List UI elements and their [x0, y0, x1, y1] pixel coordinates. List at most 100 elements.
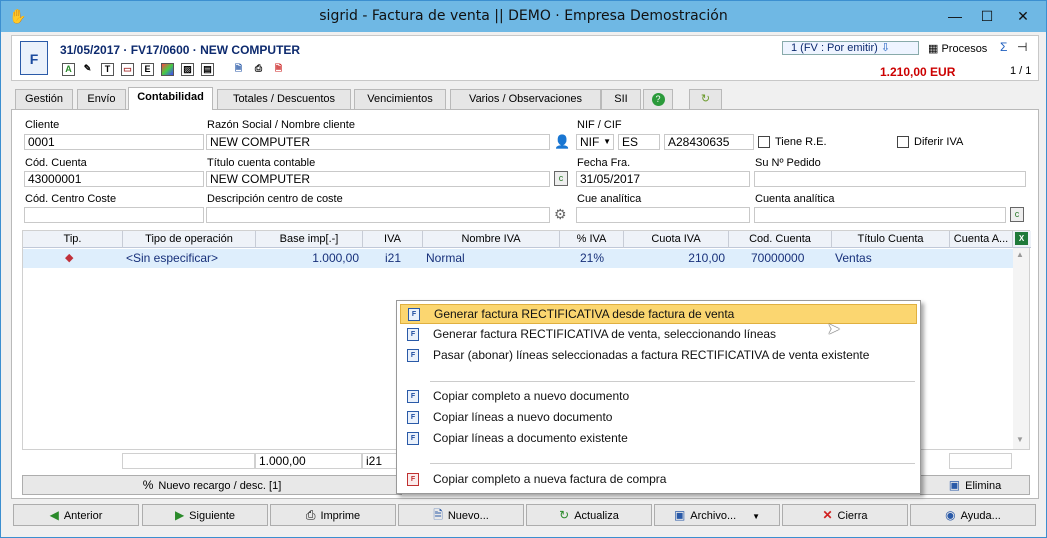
menu-item-label: Copiar completo a nueva factura de compr…: [433, 472, 667, 486]
table-row[interactable]: ◆ <Sin especificar> 1.000,00 i21 Normal …: [23, 249, 1013, 268]
vertical-scrollbar[interactable]: ▲ ▼: [1013, 248, 1029, 449]
nif-country-field[interactable]: ES: [618, 134, 660, 150]
discount-icon: %: [142, 478, 154, 492]
tab-sii[interactable]: SII: [601, 89, 641, 109]
main-window: ✋ sigrid - Factura de venta || DEMO · Em…: [0, 0, 1047, 538]
col-titulo-cuenta[interactable]: Título Cuenta: [832, 231, 950, 248]
col-base[interactable]: Base imp[.-]: [256, 231, 363, 248]
anterior-label: Anterior: [63, 510, 103, 522]
image-icon[interactable]: ▨: [181, 63, 194, 76]
col-iva[interactable]: IVA: [363, 231, 423, 248]
edit-pencil-icon[interactable]: ✎: [81, 63, 94, 76]
print-preview-icon[interactable]: ▤: [201, 63, 214, 76]
tiene-re-checkbox[interactable]: [758, 136, 770, 148]
printer-icon: ⎙: [305, 508, 316, 522]
cue-analitica-field[interactable]: [576, 207, 750, 223]
tab-varios[interactable]: Varios / Observaciones: [450, 89, 601, 109]
menu-item-label: Pasar (abonar) líneas seleccionadas a fa…: [433, 348, 870, 362]
person-icon[interactable]: 👤: [554, 134, 570, 150]
tab-gestion[interactable]: Gestión: [15, 89, 73, 109]
menu-item-copiar-completo[interactable]: F Copiar completo a nuevo documento: [400, 387, 917, 407]
menu-item-copiar-lineas-nuevo[interactable]: F Copiar líneas a nuevo documento: [400, 408, 917, 428]
context-menu: F Generar factura RECTIFICATIVA desde fac…: [396, 300, 921, 494]
cell-titulo: Ventas: [835, 251, 872, 265]
cell-cuenta: 70000000: [751, 251, 805, 265]
cliente-label: Cliente: [25, 119, 60, 131]
tab-envio[interactable]: Envío: [77, 89, 126, 109]
col-pct-iva[interactable]: % IVA: [560, 231, 624, 248]
nuevo-button[interactable]: 🗎 Nuevo...: [398, 504, 524, 526]
accounting-icon[interactable]: A: [62, 63, 75, 76]
menu-item-pasar-lineas[interactable]: F Pasar (abonar) líneas seleccionadas a f…: [400, 346, 917, 366]
tab-refresh[interactable]: ↻: [689, 89, 722, 109]
archivo-button[interactable]: ▣ Archivo... ▼: [654, 504, 780, 526]
settings-gear-icon[interactable]: ⚙: [554, 206, 567, 223]
pdf-icon[interactable]: 🗎: [272, 63, 285, 76]
title-bar[interactable]: ✋ sigrid - Factura de venta || DEMO · Em…: [1, 1, 1046, 32]
edit-icon[interactable]: E: [141, 63, 154, 76]
text-icon[interactable]: T: [101, 63, 114, 76]
copy-analytic-icon[interactable]: c: [1010, 207, 1024, 222]
copy-account-icon[interactable]: c: [554, 171, 568, 186]
cod-cuenta-field[interactable]: 43000001: [24, 171, 204, 187]
col-cuota-iva[interactable]: Cuota IVA: [624, 231, 729, 248]
nif-field[interactable]: A28430635: [664, 134, 754, 150]
procesos-button[interactable]: ▦ Procesos: [928, 42, 987, 55]
archivo-label: Archivo...: [690, 510, 737, 522]
close-window-button[interactable]: ✕: [1005, 5, 1041, 27]
menu-separator: [430, 463, 915, 464]
imprime-label: Imprime: [320, 510, 361, 522]
elimina-button[interactable]: ▣ Elimina: [920, 475, 1030, 495]
menu-item-label: Generar factura RECTIFICATIVA desde fact…: [434, 307, 735, 321]
actualiza-button[interactable]: ↻ Actualiza: [526, 504, 652, 526]
excel-export-icon[interactable]: X: [1015, 232, 1028, 245]
nuevo-recargo-button[interactable]: % Nuevo recargo / desc. [1]: [22, 475, 402, 495]
color-icon[interactable]: [161, 63, 174, 76]
desc-centro-label: Descripción centro de coste: [207, 193, 343, 205]
cell-nombre-iva: Normal: [426, 251, 465, 265]
pin-icon[interactable]: ⊣: [1017, 40, 1027, 54]
col-tip[interactable]: Tip.: [23, 231, 123, 248]
desc-centro-field[interactable]: [206, 207, 550, 223]
scroll-up-icon[interactable]: ▲: [1016, 250, 1024, 259]
diferir-iva-checkbox[interactable]: [897, 136, 909, 148]
razon-field[interactable]: NEW COMPUTER: [206, 134, 550, 150]
minimize-button[interactable]: —: [941, 5, 969, 27]
tab-contabilidad[interactable]: Contabilidad: [128, 87, 213, 110]
col-tipo-operacion[interactable]: Tipo de operación: [123, 231, 256, 248]
scroll-down-icon[interactable]: ▼: [1016, 435, 1024, 444]
procesos-icon: ▦: [928, 43, 942, 55]
titulo-cuenta-field[interactable]: NEW COMPUTER: [206, 171, 550, 187]
menu-item-copiar-factura-compra[interactable]: F Copiar completo a nueva factura de comp…: [400, 470, 917, 490]
status-selector[interactable]: 1 (FV : Por emitir) ⇩: [782, 41, 919, 55]
siguiente-button[interactable]: ▶ Siguiente: [142, 504, 268, 526]
document-search-icon[interactable]: 🗎: [232, 63, 245, 76]
window-title: sigrid - Factura de venta || DEMO · Empr…: [319, 8, 728, 24]
tab-help[interactable]: ?: [643, 89, 673, 109]
fecha-field[interactable]: 31/05/2017: [576, 171, 750, 187]
ayuda-button[interactable]: ◉ Ayuda...: [910, 504, 1036, 526]
imprime-button[interactable]: ⎙ Imprime: [270, 504, 396, 526]
sum-icon[interactable]: Σ: [1000, 40, 1007, 54]
menu-separator: [430, 381, 915, 382]
tab-vencimientos[interactable]: Vencimientos: [354, 89, 446, 109]
razon-label: Razón Social / Nombre cliente: [207, 119, 355, 131]
cuenta-analitica-label: Cuenta analítica: [755, 193, 835, 205]
tab-totales[interactable]: Totales / Descuentos: [217, 89, 351, 109]
col-nombre-iva[interactable]: Nombre IVA: [423, 231, 560, 248]
maximize-button[interactable]: ☐: [973, 5, 1001, 27]
message-icon[interactable]: ▭: [121, 63, 134, 76]
nif-type-select[interactable]: NIF ▼: [576, 134, 614, 150]
printer-icon[interactable]: ⎙: [252, 63, 265, 76]
cierra-button[interactable]: ✕ Cierra: [782, 504, 908, 526]
nif-type-value: NIF: [580, 135, 600, 149]
pedido-field[interactable]: [754, 171, 1026, 187]
centro-coste-field[interactable]: [24, 207, 204, 223]
menu-item-copiar-lineas-existente[interactable]: F Copiar líneas a documento existente: [400, 429, 917, 449]
cliente-field[interactable]: 0001: [24, 134, 204, 150]
anterior-button[interactable]: ◀ Anterior: [13, 504, 139, 526]
arrow-right-icon: ▶: [174, 508, 185, 522]
col-cuenta-a[interactable]: Cuenta A...: [950, 231, 1013, 248]
cuenta-analitica-field[interactable]: [754, 207, 1006, 223]
col-cod-cuenta[interactable]: Cod. Cuenta: [729, 231, 832, 248]
